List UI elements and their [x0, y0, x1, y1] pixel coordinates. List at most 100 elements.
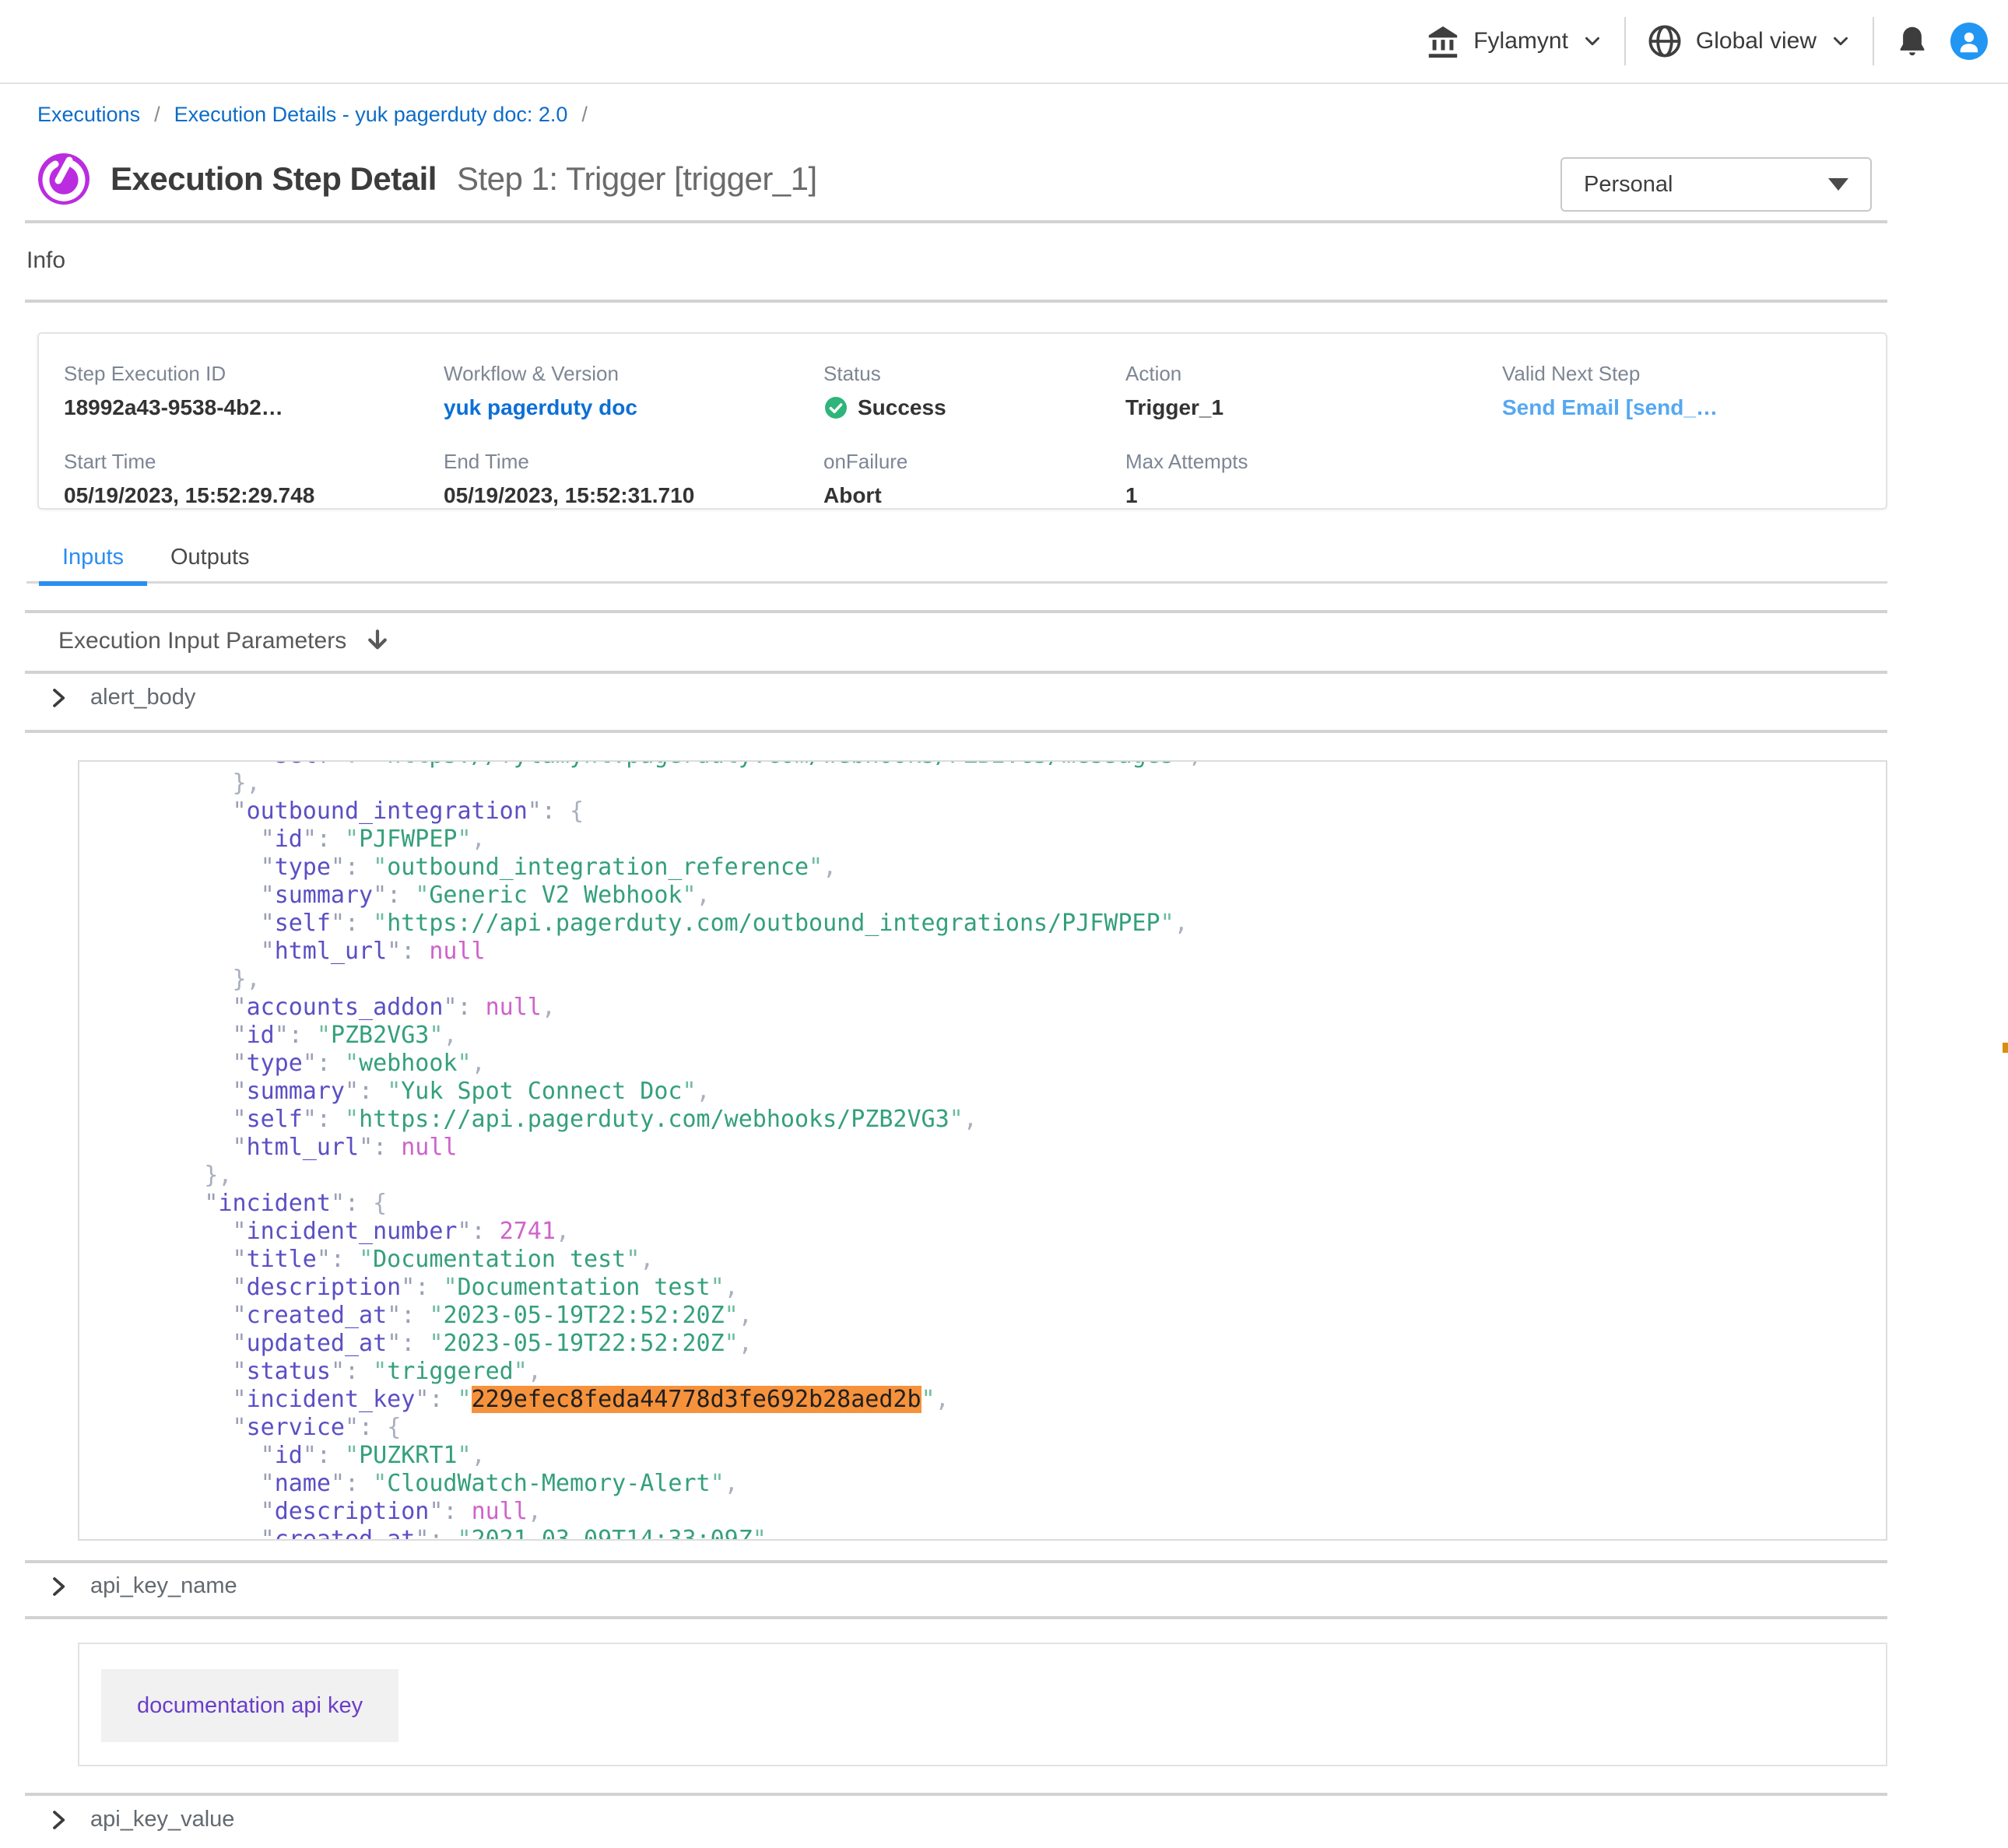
- info-field-value: 05/19/2023, 15:52:29.748: [64, 483, 444, 508]
- info-field-label: Valid Next Step: [1502, 362, 1886, 386]
- view-switcher[interactable]: Global view: [1646, 23, 1852, 60]
- code-line: "summary": "Yuk Spot Connect Doc",: [120, 1078, 1886, 1106]
- divider: [25, 1793, 1887, 1796]
- title-row: Execution Step Detail Step 1: Trigger [t…: [37, 153, 817, 205]
- notifications-button[interactable]: [1894, 23, 1930, 59]
- divider: [25, 220, 1887, 223]
- info-field-valid-next-step: Valid Next Step Send Email [send_…: [1502, 362, 1886, 420]
- execution-step-detail-page: Fylamynt Global view: [0, 0, 2008, 1848]
- code-line: "name": "CloudWatch-Memory-Alert",: [120, 1470, 1886, 1498]
- code-line: "incident_key": "229efec8feda44778d3fe69…: [120, 1386, 1886, 1414]
- code-line: "id": "PJFWPEP",: [120, 826, 1886, 854]
- chevron-down-icon: [1829, 30, 1852, 53]
- tab-bar: Inputs Outputs: [26, 545, 1887, 584]
- status-text: Success: [858, 395, 946, 420]
- divider: [25, 730, 1887, 733]
- scrollbar-highlight-marker: [2003, 1043, 2008, 1053]
- info-field-value: 05/19/2023, 15:52:31.710: [444, 483, 823, 508]
- user-avatar[interactable]: [1950, 23, 1988, 60]
- param-row-alert-body[interactable]: alert_body: [47, 685, 195, 710]
- json-code: "self": "https://fylamynt.pagerduty.com/…: [79, 760, 1886, 1541]
- bank-icon: [1425, 23, 1461, 59]
- info-field-label: End Time: [444, 450, 823, 474]
- info-field-end-time: End Time 05/19/2023, 15:52:31.710: [444, 450, 823, 508]
- page-title: Execution Step Detail: [111, 160, 437, 198]
- download-arrow-icon[interactable]: [363, 627, 391, 655]
- scope-selector[interactable]: Personal: [1560, 157, 1872, 212]
- code-line: },: [120, 966, 1886, 994]
- code-line: "type": "outbound_integration_reference"…: [120, 854, 1886, 882]
- code-line: "title": "Documentation test",: [120, 1246, 1886, 1274]
- info-field-status: Status Success: [823, 362, 1125, 420]
- code-line: },: [120, 1162, 1886, 1190]
- param-row-api-key-name[interactable]: api_key_name: [47, 1573, 237, 1599]
- code-line: "incident_number": 2741,: [120, 1218, 1886, 1246]
- execution-input-parameters-label: Execution Input Parameters: [58, 628, 346, 654]
- breadcrumb: Executions / Execution Details - yuk pag…: [37, 103, 588, 127]
- api-key-name-chip[interactable]: documentation api key: [101, 1669, 398, 1742]
- info-field-value: 18992a43-9538-4b2…: [64, 395, 444, 420]
- divider: [25, 300, 1887, 303]
- code-line: },: [120, 770, 1886, 798]
- info-field-max-attempts: Max Attempts1: [1125, 450, 1502, 508]
- divider: [25, 671, 1887, 674]
- info-field-label: Status: [823, 362, 1125, 386]
- top-bar: Fylamynt Global view: [0, 0, 2008, 84]
- info-field-start-time: Start Time05/19/2023, 15:52:29.748: [64, 450, 444, 508]
- code-line: "status": "triggered",: [120, 1358, 1886, 1386]
- code-line: "id": "PUZKRT1",: [120, 1442, 1886, 1470]
- breadcrumb-separator: /: [581, 103, 588, 127]
- chevron-down-icon: [1581, 30, 1604, 53]
- globe-icon: [1646, 23, 1683, 60]
- info-field-value: Trigger_1: [1125, 395, 1502, 420]
- code-line: "self": "https://api.pagerduty.com/outbo…: [120, 910, 1886, 938]
- info-field-empty: [1502, 450, 1886, 508]
- code-line: "html_url": null: [120, 1134, 1886, 1162]
- topbar-divider: [1624, 17, 1626, 65]
- info-field-value: 1: [1125, 483, 1502, 508]
- api-key-name-chip-label: documentation api key: [137, 1693, 363, 1719]
- chevron-right-icon: [47, 1808, 70, 1832]
- tab-inputs[interactable]: Inputs: [39, 545, 147, 584]
- breadcrumb-executions-link[interactable]: Executions: [37, 103, 140, 127]
- code-line: "description": "Documentation test",: [120, 1274, 1886, 1302]
- info-field-action: Action Trigger_1: [1125, 362, 1502, 420]
- scope-selector-value: Personal: [1584, 172, 1673, 198]
- alert-body-json-viewer[interactable]: "self": "https://fylamynt.pagerduty.com/…: [78, 760, 1887, 1541]
- code-line: "self": "https://api.pagerduty.com/webho…: [120, 1106, 1886, 1134]
- code-line: "self": "https://fylamynt.pagerduty.com/…: [120, 760, 1886, 770]
- info-field-label: onFailure: [823, 450, 1125, 474]
- highlighted-incident-key: 229efec8feda44778d3fe692b28aed2b: [472, 1386, 922, 1413]
- code-line: "incident": {: [120, 1190, 1886, 1218]
- code-line: "summary": "Generic V2 Webhook",: [120, 882, 1886, 910]
- param-label: alert_body: [90, 685, 195, 710]
- info-card: Step Execution ID18992a43-9538-4b2…Workf…: [37, 332, 1887, 510]
- info-field-value: Abort: [823, 483, 1125, 508]
- info-field-value: Success: [823, 395, 1125, 420]
- api-key-name-value-box: documentation api key: [78, 1643, 1887, 1766]
- param-row-api-key-value[interactable]: api_key_value: [47, 1807, 234, 1832]
- code-line: "accounts_addon": null,: [120, 994, 1886, 1022]
- execution-input-parameters-row: Execution Input Parameters: [58, 627, 391, 655]
- info-field-workflow-version: Workflow & Versionyuk pagerduty doc: [444, 362, 823, 420]
- code-line: "outbound_integration": {: [120, 798, 1886, 826]
- info-heading: Info: [26, 247, 65, 274]
- code-line: "created_at": "2021-03-09T14:33:09Z",: [120, 1526, 1886, 1541]
- divider: [25, 610, 1887, 613]
- tab-outputs[interactable]: Outputs: [147, 545, 273, 584]
- success-check-icon: [823, 395, 848, 420]
- breadcrumb-execution-details-link[interactable]: Execution Details - yuk pagerduty doc: 2…: [174, 103, 568, 127]
- org-label: Fylamynt: [1473, 28, 1568, 54]
- code-line: "id": "PZB2VG3",: [120, 1022, 1886, 1050]
- info-field-label: Action: [1125, 362, 1502, 386]
- code-line: "created_at": "2023-05-19T22:52:20Z",: [120, 1302, 1886, 1330]
- code-line: "service": {: [120, 1414, 1886, 1442]
- divider: [25, 1616, 1887, 1619]
- code-line: "html_url": null: [120, 938, 1886, 966]
- org-switcher[interactable]: Fylamynt: [1425, 23, 1604, 59]
- info-field-value[interactable]: yuk pagerduty doc: [444, 395, 823, 420]
- info-field-value[interactable]: Send Email [send_…: [1502, 395, 1886, 420]
- view-label: Global view: [1696, 28, 1817, 54]
- code-line: "updated_at": "2023-05-19T22:52:20Z",: [120, 1330, 1886, 1358]
- divider: [25, 1560, 1887, 1563]
